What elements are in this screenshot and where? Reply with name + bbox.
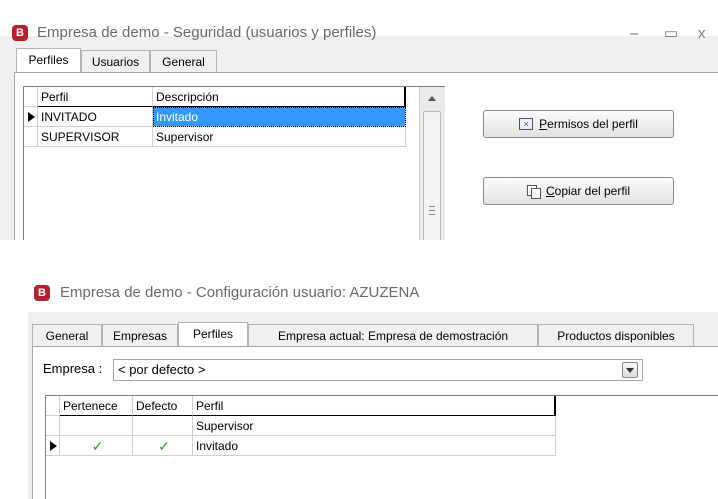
copy-icon [526, 185, 541, 199]
security-window: B Empresa de demo - Seguridad (usuarios … [0, 0, 718, 240]
current-row-arrow-icon [50, 441, 57, 451]
app-icon: B [34, 285, 50, 301]
app-icon: B [12, 25, 28, 41]
title-bar: B Empresa de demo - Seguridad (usuarios … [0, 0, 718, 42]
table-cell-defecto[interactable] [133, 416, 193, 436]
table-cell-perfil[interactable]: SUPERVISOR [38, 127, 153, 147]
tab-general[interactable]: General [150, 50, 217, 72]
table-cell-perfil[interactable]: INVITADO [38, 107, 153, 127]
table-cell-perfil[interactable]: Supervisor [193, 416, 556, 436]
checkbox-x-icon: × [519, 118, 534, 130]
table-cell-pertenece[interactable]: ✓ [60, 436, 133, 456]
row-indicator [24, 107, 38, 127]
user-config-window: B Empresa de demo - Configuración usuari… [28, 276, 718, 499]
row-indicator [24, 127, 38, 147]
tab-perfiles[interactable]: Perfiles [16, 48, 81, 72]
tab-empresa-actual[interactable]: Empresa actual: Empresa de demostración [248, 324, 538, 346]
tab-productos-disponibles[interactable]: Productos disponibles [538, 324, 694, 346]
perfiles-panel: Empresa : < por defecto > Pertenece Defe… [32, 346, 718, 499]
title-bar: B Empresa de demo - Configuración usuari… [28, 276, 718, 312]
profiles-grid: Perfil Descripción INVITADO Invitado SUP… [23, 86, 445, 240]
copiar-del-perfil-button[interactable]: Copiar del perfil [483, 177, 674, 205]
grid-corner [46, 396, 60, 416]
permisos-label: ermisos del perfil [547, 117, 638, 131]
table-cell-pertenece[interactable] [60, 416, 133, 436]
maximize-button[interactable]: ▭ [664, 26, 678, 42]
chevron-down-icon[interactable] [622, 362, 638, 378]
table-cell-defecto[interactable]: ✓ [133, 436, 193, 456]
close-button[interactable]: x [698, 26, 706, 42]
current-row-arrow-icon [28, 112, 35, 122]
window-title: Empresa de demo - Configuración usuario:… [60, 284, 420, 301]
window-title: Empresa de demo - Seguridad (usuarios y … [37, 24, 377, 41]
column-header-defecto[interactable]: Defecto [133, 396, 193, 416]
empresa-label: Empresa : [43, 361, 103, 376]
tab-usuarios[interactable]: Usuarios [81, 50, 150, 72]
table-cell-perfil[interactable]: Invitado [193, 436, 556, 456]
minimize-button[interactable]: – [630, 26, 638, 42]
empresa-select-value: < por defecto > [118, 362, 206, 377]
copiar-mnemonic: C [545, 184, 555, 198]
column-header-pertenece[interactable]: Pertenece [60, 396, 133, 416]
scroll-up-arrow-icon[interactable] [428, 96, 436, 101]
scroll-thumb[interactable] [423, 111, 441, 240]
vertical-scrollbar[interactable] [419, 87, 445, 240]
copiar-label: opiar del perfil [554, 184, 631, 198]
column-header-perfil[interactable]: Perfil [193, 396, 556, 416]
grid-corner [24, 87, 38, 107]
scroll-grip-icon [429, 206, 435, 215]
tab-empresas[interactable]: Empresas [102, 324, 178, 346]
column-header-descripcion[interactable]: Descripción [153, 87, 406, 107]
column-header-perfil[interactable]: Perfil [38, 87, 153, 107]
permisos-mnemonic: P [539, 117, 548, 131]
table-cell-descripcion[interactable]: Invitado [153, 107, 406, 127]
row-indicator [46, 416, 60, 436]
table-cell-descripcion[interactable]: Supervisor [153, 127, 406, 147]
permisos-del-perfil-button[interactable]: × Permisos del perfil [483, 110, 674, 138]
row-indicator [46, 436, 60, 456]
tab-general[interactable]: General [32, 324, 102, 346]
perfiles-panel: Perfil Descripción INVITADO Invitado SUP… [14, 72, 718, 240]
empresa-select[interactable]: < por defecto > [113, 359, 643, 381]
user-profiles-grid: Pertenece Defecto Perfil Supervisor ✓ ✓ … [45, 395, 718, 499]
tab-perfiles[interactable]: Perfiles [178, 322, 248, 346]
